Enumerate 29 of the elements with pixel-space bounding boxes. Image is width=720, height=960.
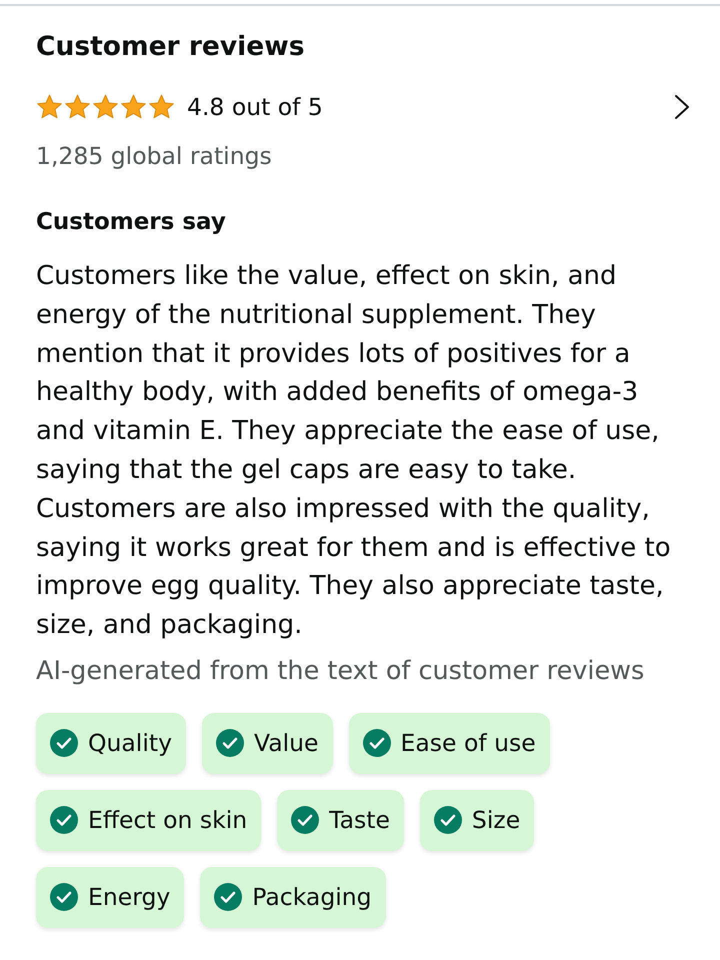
global-ratings-count: 1,285 global ratings — [36, 141, 273, 171]
star-icon — [120, 94, 147, 120]
aspect-chip[interactable]: Effect on skin — [36, 790, 262, 851]
check-circle-icon — [362, 729, 391, 758]
aspect-chip[interactable]: Energy — [36, 866, 184, 928]
customers-say-heading: Customers say — [36, 208, 227, 237]
check-circle-icon — [214, 883, 242, 912]
star-icon — [36, 94, 63, 120]
aspect-chip[interactable]: Value — [202, 712, 333, 774]
aspect-chip[interactable]: Size — [420, 790, 534, 851]
ai-generated-note: AI-generated from the text of customer reviews — [36, 654, 646, 688]
check-circle-icon — [50, 729, 78, 758]
review-summary: Customers like the value, effect on skin, and energy of the nutritional supplement. They mention that it provides lots of positives for a healthy body, with added benefits of omega-3 and vitamin E. They appreciate the ease of use, saying that the gel caps are easy to take. Customers are also impressed with the quality, saying it works great for them and is effective to improve egg quality. They also appreciate taste, size, and packaging. — [36, 260, 672, 642]
star-icon — [92, 94, 119, 120]
check-circle-icon — [216, 729, 244, 758]
star-icon — [148, 94, 175, 120]
chevron-right-button[interactable] — [674, 94, 690, 120]
chevron-right-icon — [674, 94, 690, 120]
aspect-chip[interactable]: Taste — [277, 790, 404, 851]
star-icon — [64, 94, 91, 120]
rating-text: 4.8 out of 5 — [187, 92, 323, 122]
aspect-chip[interactable]: Packaging — [200, 866, 386, 928]
check-circle-icon — [50, 883, 78, 912]
aspect-chip[interactable]: Ease of use — [348, 712, 550, 774]
aspect-chip[interactable]: Quality — [36, 712, 186, 774]
check-circle-icon — [291, 806, 320, 834]
check-circle-icon — [434, 806, 462, 834]
check-circle-icon — [50, 806, 78, 834]
section-title: Customer reviews — [36, 30, 306, 64]
